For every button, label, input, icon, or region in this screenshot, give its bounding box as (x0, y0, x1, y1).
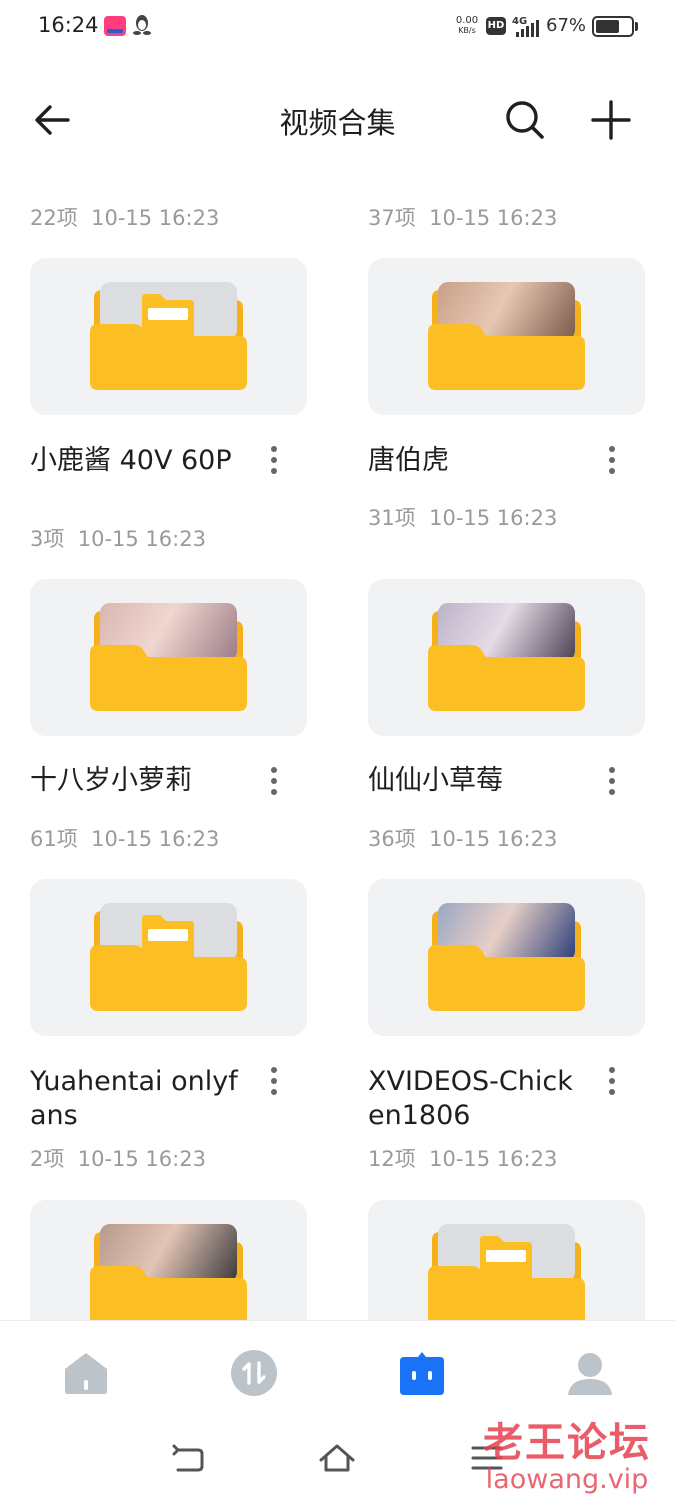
folder-front-shape (90, 1266, 247, 1320)
folder-front-shape (428, 1266, 585, 1320)
modified-date: 10-15 16:23 (91, 827, 220, 851)
modified-date: 10-15 16:23 (77, 527, 206, 551)
folder-meta: 2项 10-15 16:23 (30, 1143, 206, 1173)
folder-card[interactable] (368, 258, 645, 415)
item-count: 2项 (30, 1147, 65, 1171)
more-options-icon[interactable] (600, 1061, 624, 1101)
folder-icon (90, 599, 247, 711)
folder-card[interactable] (30, 879, 307, 1036)
watermark-en: laowang.vip (485, 1464, 649, 1495)
folder-card[interactable] (30, 1200, 307, 1320)
folder-meta: 37项 10-15 16:23 (368, 202, 557, 232)
files-icon (400, 1352, 444, 1395)
watermark-cn: 老王论坛 (483, 1419, 651, 1466)
system-back-icon (172, 1444, 204, 1472)
modified-date: 10-15 16:23 (429, 506, 558, 530)
folder-name: 唐伯虎 (368, 445, 449, 476)
modified-date: 10-15 16:23 (429, 827, 558, 851)
modified-date: 10-15 16:23 (77, 1147, 206, 1171)
folder-icon (428, 1220, 585, 1320)
watermark: 老王论坛 laowang.vip (483, 1410, 651, 1495)
nav-profile[interactable] (564, 1347, 616, 1399)
folder-name: 十八岁小萝莉 (30, 765, 192, 796)
item-count: 3项 (30, 527, 65, 551)
folder-meta: 3项 10-15 16:23 (30, 523, 206, 553)
modified-date: 10-15 16:23 (91, 206, 220, 230)
item-count: 12项 (368, 1147, 416, 1171)
folder-name: Yuahentai onlyfans (30, 1066, 238, 1131)
item-count: 61项 (30, 827, 78, 851)
more-options-icon[interactable] (262, 761, 286, 801)
folder-name: XVIDEOS-Chicken1806 (368, 1066, 573, 1131)
folder-front-shape (90, 645, 247, 711)
more-options-icon[interactable] (262, 1061, 286, 1101)
folder-name: 仙仙小草莓 (368, 765, 503, 796)
folder-name: 小鹿酱 40V 60P (30, 445, 232, 476)
system-home-button[interactable] (317, 1438, 357, 1478)
folder-card[interactable] (368, 579, 645, 736)
folder-card[interactable] (30, 579, 307, 736)
item-count: 31项 (368, 506, 416, 530)
home-icon (65, 1353, 107, 1394)
folder-card[interactable] (30, 258, 307, 415)
folder-meta: 12项 10-15 16:23 (368, 1143, 557, 1173)
more-options-icon[interactable] (262, 440, 286, 480)
folder-front-shape (428, 645, 585, 711)
system-back-button[interactable] (168, 1438, 208, 1478)
item-count: 22项 (30, 206, 78, 230)
item-count: 36项 (368, 827, 416, 851)
profile-icon (568, 1353, 612, 1395)
folder-front-shape (428, 945, 585, 1011)
folder-meta: 61项 10-15 16:23 (30, 823, 219, 853)
folder-front-shape (428, 324, 585, 390)
modified-date: 10-15 16:23 (429, 206, 558, 230)
more-options-icon[interactable] (600, 440, 624, 480)
folder-front-shape (90, 324, 247, 390)
folder-icon (90, 1220, 247, 1320)
nav-transfer[interactable] (228, 1347, 280, 1399)
folder-icon (428, 899, 585, 1011)
folder-meta: 31项 10-15 16:23 (368, 502, 557, 532)
more-options-icon[interactable] (600, 761, 624, 801)
folder-card[interactable] (368, 1200, 645, 1320)
folder-icon (428, 599, 585, 711)
bottom-nav (0, 1320, 675, 1420)
folder-front-shape (90, 945, 247, 1011)
folder-meta: 22项 10-15 16:23 (30, 202, 219, 232)
folder-grid: 22项 10-15 16:23 37项 10-15 16:23 小鹿酱 40V … (0, 0, 675, 1320)
folder-icon (90, 278, 247, 390)
transfer-icon (231, 1350, 277, 1396)
folder-icon (90, 899, 247, 1011)
system-home-icon (319, 1444, 355, 1472)
folder-meta: 36项 10-15 16:23 (368, 823, 557, 853)
item-count: 37项 (368, 206, 416, 230)
folder-card[interactable] (368, 879, 645, 1036)
nav-files[interactable] (396, 1347, 448, 1399)
folder-icon (428, 278, 585, 390)
nav-home[interactable] (60, 1347, 112, 1399)
modified-date: 10-15 16:23 (429, 1147, 558, 1171)
